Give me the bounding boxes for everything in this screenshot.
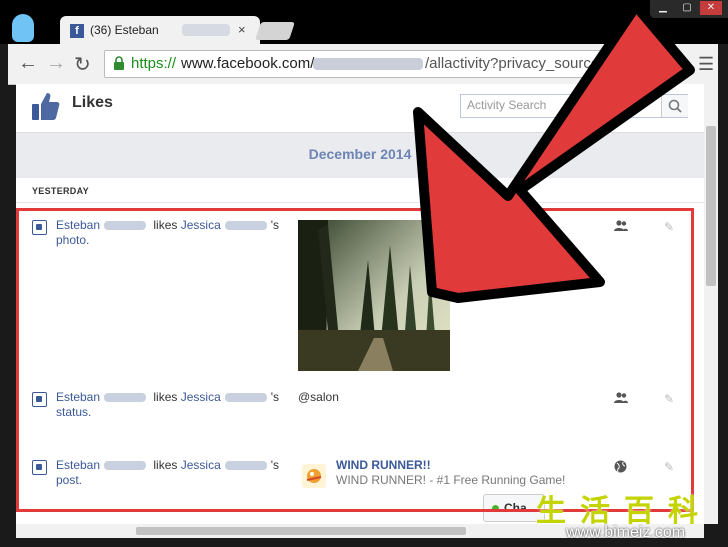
thumbs-up-icon: [32, 93, 60, 120]
blurred-url-segment: [313, 58, 423, 70]
user-profile-icon[interactable]: [12, 14, 34, 42]
arrow-right-icon[interactable]: →: [46, 52, 66, 75]
scrollbar-thumb[interactable]: [136, 527, 466, 535]
day-label: YESTERDAY: [32, 186, 89, 196]
browser-tab[interactable]: f (36) Esteban ×: [60, 16, 260, 44]
tab-close-icon[interactable]: ×: [238, 22, 246, 37]
tab-title: (36) Esteban: [90, 23, 159, 37]
activity-search-field[interactable]: Activity Search: [460, 94, 688, 118]
url-scheme: https://: [131, 55, 177, 72]
watermark-url: www.bimeiz.com: [566, 524, 686, 541]
close-icon[interactable]: ✕: [700, 1, 722, 15]
star-icon[interactable]: ☆: [666, 52, 684, 77]
lock-icon: [114, 56, 124, 70]
watermark: 生活百科 www.bimeiz.com: [522, 484, 728, 547]
hamburger-menu-icon[interactable]: ☰: [698, 54, 714, 75]
maximize-icon[interactable]: ▢: [676, 1, 698, 15]
page-title: Likes: [72, 94, 113, 111]
minimize-icon[interactable]: ▁: [652, 1, 674, 15]
window-controls: ▁ ▢ ✕: [650, 0, 728, 18]
search-placeholder: Activity Search: [467, 98, 547, 112]
url-host: www.facebook.com/: [181, 55, 315, 72]
likes-header: Likes Activity Search: [16, 84, 704, 133]
reload-icon[interactable]: ↻: [74, 52, 91, 77]
vertical-scrollbar[interactable]: [704, 84, 718, 524]
arrow-left-icon[interactable]: ←: [18, 52, 38, 75]
month-heading: December 2014: [308, 146, 412, 162]
address-bar[interactable]: https:// www.facebook.com/ /allactivity?…: [104, 50, 666, 78]
new-tab-button[interactable]: [255, 22, 295, 40]
scrollbar-thumb[interactable]: [706, 126, 716, 286]
search-icon[interactable]: [661, 95, 688, 117]
url-path: /allactivity?privacy_source=act: [425, 55, 629, 72]
highlight-box: [16, 208, 694, 512]
blurred-name: [182, 24, 230, 36]
divider: [16, 202, 704, 203]
facebook-favicon-icon: f: [70, 24, 84, 38]
browser-toolbar: ← → ↻ https:// www.facebook.com/ /allact…: [8, 44, 718, 85]
